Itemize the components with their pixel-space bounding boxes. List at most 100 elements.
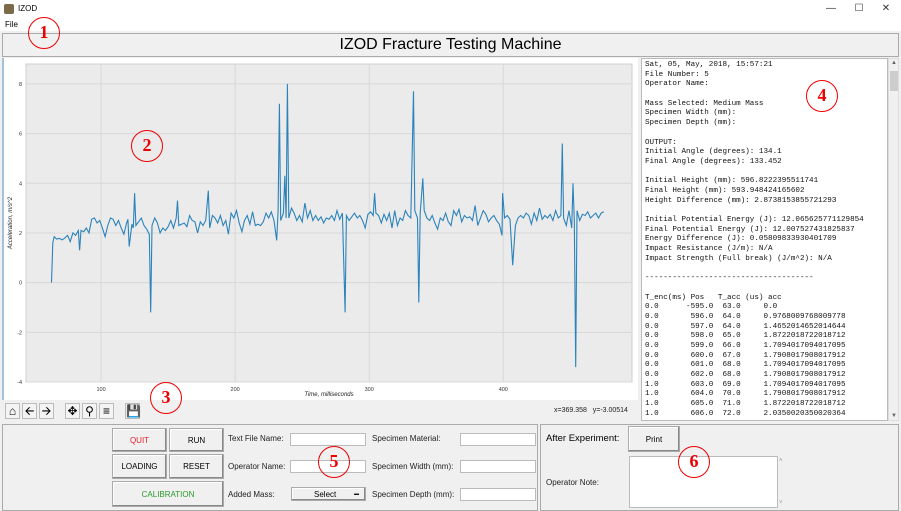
plot-canvas[interactable]: 100 200 300 400 -4 -2 0 2 4 6 8 Time, milliseconds A… bbox=[2, 58, 638, 400]
quit-button[interactable]: QUIT bbox=[112, 428, 167, 452]
added-mass-select[interactable]: Select ━ bbox=[291, 487, 366, 501]
output-line: 0.0 599.0 66.0 1.7094017094017095 bbox=[645, 341, 846, 350]
x-tick-label: 100 bbox=[96, 387, 105, 393]
specimen-width-label: Specimen Width (mm): bbox=[372, 462, 454, 471]
after-experiment-label: After Experiment: bbox=[546, 433, 620, 444]
output-line: 0.0 597.0 64.0 1.4652014652014644 bbox=[645, 322, 846, 331]
configure-icon[interactable]: ≡ bbox=[99, 403, 114, 419]
output-line: Energy Difference (J): 0.058098339304017… bbox=[645, 235, 837, 244]
menu-bar: File bbox=[0, 18, 901, 31]
acceleration-chart[interactable]: 100 200 300 400 -4 -2 0 2 4 6 8 Time, milliseconds A… bbox=[4, 58, 638, 400]
window-title: IZOD bbox=[18, 4, 38, 13]
output-line: Final Angle (degrees): 133.452 bbox=[645, 157, 782, 166]
back-icon[interactable]: 🡨 bbox=[22, 403, 37, 419]
run-button[interactable]: RUN bbox=[169, 428, 224, 452]
specimen-material-input[interactable] bbox=[460, 433, 536, 446]
scrollbar-thumb[interactable] bbox=[890, 71, 898, 91]
output-line: 1.0 603.0 69.0 1.7094017094017095 bbox=[645, 380, 846, 389]
output-line: 1.0 605.0 71.0 1.8722018722018712 bbox=[645, 400, 846, 409]
output-line: Impact Resistance (J/m): N/A bbox=[645, 245, 773, 254]
scroll-down-icon[interactable]: ▼ bbox=[890, 413, 898, 419]
output-line: Initial Potential Energy (J): 12.0656257… bbox=[645, 216, 864, 224]
y-tick-label: 0 bbox=[19, 281, 22, 287]
x-axis-label: Time, milliseconds bbox=[304, 392, 353, 398]
home-icon[interactable]: ⌂ bbox=[5, 403, 20, 419]
output-text-area[interactable]: Sat, 05, May, 2018, 15:57:21 File Number:… bbox=[641, 58, 888, 421]
specimen-material-label: Specimen Material: bbox=[372, 434, 441, 443]
loading-button[interactable]: LOADING bbox=[112, 454, 167, 479]
annotation-marker-3: 3 bbox=[150, 382, 182, 414]
y-axis-label: Acceleration, m/s^2 bbox=[8, 196, 14, 250]
zoom-icon[interactable]: ⚲ bbox=[82, 403, 97, 419]
x-tick-label: 300 bbox=[365, 387, 374, 393]
output-line: Mass Selected: Medium Mass bbox=[645, 99, 764, 108]
calibration-button[interactable]: CALIBRATION bbox=[112, 481, 224, 507]
output-line: Initial Angle (degrees): 134.1 bbox=[645, 148, 782, 157]
output-line: Final Potential Energy (J): 12.007527431… bbox=[645, 225, 855, 234]
maximize-icon[interactable]: ☐ bbox=[846, 2, 872, 16]
output-line: Final Height (mm): 593.948424165602 bbox=[645, 186, 805, 195]
y-tick-label: 4 bbox=[19, 181, 22, 187]
note-scroll-down-icon[interactable]: ˅ bbox=[779, 500, 783, 506]
output-line: OUTPUT: bbox=[645, 138, 677, 147]
specimen-depth-label: Specimen Depth (mm): bbox=[372, 490, 455, 499]
output-line: Height Difference (mm): 2.87381538557212… bbox=[645, 196, 837, 205]
output-line: T_enc(ms) Pos T_acc (us) acc bbox=[645, 293, 782, 302]
output-line: ------------------------------------- bbox=[645, 274, 814, 283]
specimen-depth-input[interactable] bbox=[460, 488, 536, 501]
output-line: File Number: 5 bbox=[645, 70, 709, 79]
output-scrollbar[interactable]: ▲ ▼ bbox=[888, 58, 899, 421]
note-scroll-up-icon[interactable]: ˄ bbox=[779, 458, 783, 464]
forward-icon[interactable]: 🡪 bbox=[39, 403, 54, 419]
y-tick-label: -2 bbox=[17, 330, 22, 336]
page-title: IZOD Fracture Testing Machine bbox=[2, 33, 899, 57]
output-line: 0.0 600.0 67.0 1.7908017908017912 bbox=[645, 351, 846, 360]
title-bar: IZOD — ☐ ✕ bbox=[0, 0, 901, 18]
x-tick-label: 200 bbox=[231, 387, 240, 393]
y-tick-label: 6 bbox=[19, 132, 22, 138]
annotation-marker-4: 4 bbox=[806, 80, 838, 112]
save-icon[interactable]: 💾 bbox=[125, 403, 141, 419]
output-line: Specimen Depth (mm): bbox=[645, 119, 737, 128]
close-icon[interactable]: ✕ bbox=[873, 2, 899, 16]
specimen-width-input[interactable] bbox=[460, 460, 536, 473]
output-line: 1.0 606.0 72.0 2.0350020350020364 bbox=[645, 409, 846, 418]
output-line: 0.0 598.0 65.0 1.8722018722018712 bbox=[645, 332, 846, 341]
pan-icon[interactable]: ✥ bbox=[65, 403, 80, 419]
annotation-marker-6: 6 bbox=[678, 446, 710, 478]
annotation-marker-5: 5 bbox=[318, 446, 350, 478]
y-tick-label: -4 bbox=[17, 380, 22, 386]
output-line: 0.0 596.0 64.0 0.9768009768009778 bbox=[645, 312, 846, 321]
scroll-up-icon[interactable]: ▲ bbox=[890, 60, 898, 66]
y-tick-label: 2 bbox=[19, 231, 22, 237]
output-line: 1.0 604.0 70.0 1.7908017908017912 bbox=[645, 390, 846, 399]
output-line: Specimen Width (mm): bbox=[645, 109, 737, 118]
x-tick-label: 400 bbox=[499, 387, 508, 393]
dropdown-indicator-icon: ━ bbox=[354, 489, 359, 499]
reset-button[interactable]: RESET bbox=[169, 454, 224, 479]
output-line: Operator Name: bbox=[645, 80, 709, 89]
menu-file[interactable]: File bbox=[5, 20, 18, 29]
plot-toolbar: ⌂ 🡨 🡪 ✥ ⚲ ≡ 💾 x=369.358 y=-3.00514 bbox=[2, 400, 638, 422]
output-line: Impact Strength (Full break) (J/m^2): N/… bbox=[645, 254, 832, 263]
text-file-name-input[interactable] bbox=[290, 433, 366, 446]
output-line: Sat, 05, May, 2018, 15:57:21 bbox=[645, 61, 773, 69]
print-button[interactable]: Print bbox=[628, 426, 680, 452]
output-line: 0.0 602.0 68.0 1.7908017908017912 bbox=[645, 371, 846, 379]
annotation-marker-1: 1 bbox=[28, 17, 60, 49]
operator-name-label: Operator Name: bbox=[228, 462, 286, 471]
output-line: 0.0 601.0 68.0 1.7094017094017095 bbox=[645, 361, 846, 370]
y-tick-label: 8 bbox=[19, 82, 22, 88]
output-line: Initial Height (mm): 596.8222395511741 bbox=[645, 177, 819, 186]
output-line: 0.0 -595.0 63.0 0.0 bbox=[645, 303, 778, 312]
cursor-coordinates: x=369.358 y=-3.00514 bbox=[554, 407, 628, 414]
app-icon bbox=[4, 4, 14, 14]
added-mass-label: Added Mass: bbox=[228, 490, 275, 499]
minimize-icon[interactable]: — bbox=[818, 2, 844, 16]
